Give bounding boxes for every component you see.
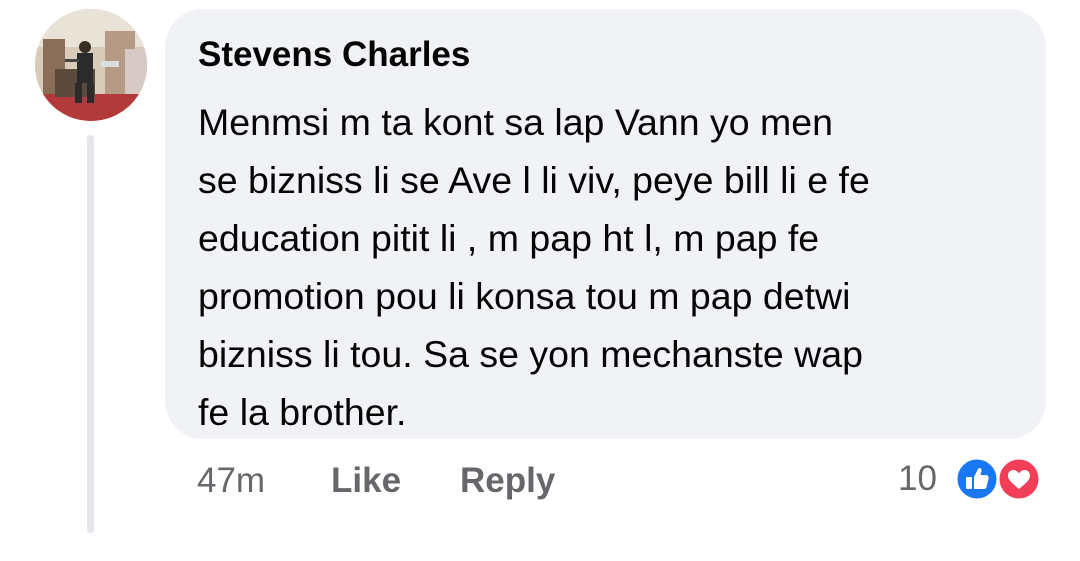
like-button[interactable]: Like: [331, 458, 401, 504]
comment-text-line: bizniss li tou. Sa se yon mechanste wap: [198, 333, 863, 375]
comment-text-line: fe la brother.: [198, 391, 407, 433]
love-reaction-icon: [996, 456, 1042, 502]
reply-thread-line: [87, 135, 94, 533]
reaction-icons[interactable]: [954, 456, 1046, 502]
comment-text: Menmsi m ta kont sa lap Vann yo men se b…: [198, 93, 1018, 441]
avatar-photo: [35, 9, 147, 121]
comment-author[interactable]: Stevens Charles: [198, 35, 1016, 75]
like-reaction-icon: [954, 456, 1000, 502]
avatar[interactable]: [35, 9, 147, 121]
reply-button[interactable]: Reply: [460, 458, 555, 504]
comment-text-line: promotion pou li konsa tou m pap detwi: [198, 275, 851, 317]
comment-bubble: Stevens Charles Menmsi m ta kont sa lap …: [165, 9, 1046, 439]
comment-timestamp[interactable]: 47m: [197, 458, 265, 504]
comment-text-line: se bizniss li se Ave l li viv, peye bill…: [198, 159, 870, 201]
comment-text-line: education pitit li , m pap ht l, m pap f…: [198, 217, 820, 259]
comment-text-line: Menmsi m ta kont sa lap Vann yo men: [198, 101, 834, 143]
reaction-count[interactable]: 10: [898, 456, 937, 502]
